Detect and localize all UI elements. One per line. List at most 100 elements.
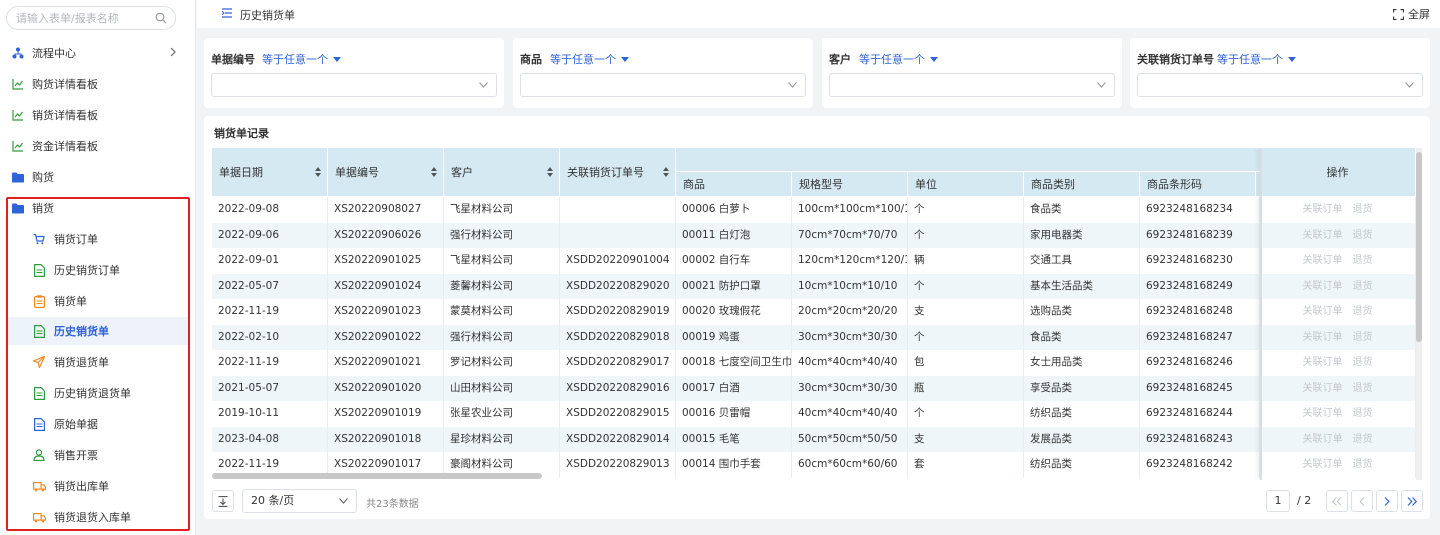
- link-order-button[interactable]: 关联订单: [1303, 274, 1343, 300]
- table-row[interactable]: 2022-11-19 XS20220901023 蒙莫材料公司 XSDD2022082…: [212, 299, 1422, 325]
- return-button[interactable]: 退货: [1353, 299, 1373, 325]
- sidebar-subitem-original-docs[interactable]: 原始单据: [8, 410, 188, 438]
- return-button[interactable]: 退货: [1353, 223, 1373, 249]
- sort-icon[interactable]: [315, 167, 321, 177]
- table-row[interactable]: 2019-10-11 XS20220901019 张星农业公司 XSDD2022082…: [212, 401, 1422, 427]
- link-order-button[interactable]: 关联订单: [1303, 376, 1343, 402]
- sidebar-item-flow-center[interactable]: 流程中心: [0, 39, 196, 67]
- sidebar-subitem-label: 销货单: [54, 295, 87, 308]
- chevron-right-icon: [1384, 496, 1390, 506]
- cell-category: 食品类: [1024, 324, 1140, 350]
- last-page-button[interactable]: [1401, 490, 1423, 512]
- return-button[interactable]: 退货: [1353, 248, 1373, 274]
- fullscreen-button[interactable]: 全屏: [1393, 6, 1430, 22]
- table-row[interactable]: 2022-05-07 XS20220901024 菱馨材料公司 XSDD2022082…: [212, 273, 1422, 300]
- return-button[interactable]: 退货: [1353, 427, 1373, 453]
- return-button[interactable]: 退货: [1353, 350, 1373, 376]
- filter-product: 商品 等于任意一个: [513, 38, 813, 108]
- return-button[interactable]: 退货: [1353, 401, 1373, 427]
- sidebar-subitem-invoice[interactable]: 销售开票: [8, 441, 188, 469]
- sort-icon[interactable]: [431, 167, 437, 177]
- sidebar-item-purchase[interactable]: 购货: [0, 163, 196, 191]
- column-header-customer[interactable]: 客户: [444, 148, 560, 196]
- page-number-input[interactable]: 1: [1266, 490, 1290, 512]
- link-order-button[interactable]: 关联订单: [1303, 350, 1343, 376]
- table-header: 单据日期 单据编号 客户 关联销货订单号 商品 规格型号 单位 商品类别 商品条…: [212, 148, 1422, 196]
- sidebar-item-fund-board[interactable]: 资金详情看板: [0, 132, 196, 160]
- cell-doc-no: XS20220901021: [328, 350, 444, 376]
- export-button[interactable]: [212, 490, 234, 512]
- table-row[interactable]: 2021-05-07 XS20220901020 山田材料公司 XSDD2022082…: [212, 375, 1422, 402]
- filter-operator-dropdown[interactable]: 等于任意一个: [859, 51, 938, 67]
- filter-doc-number: 单据编号 等于任意一个: [204, 38, 504, 108]
- cell-product: 00016 贝雷帽: [676, 401, 792, 427]
- chart-icon: [11, 139, 25, 153]
- link-order-button[interactable]: 关联订单: [1303, 427, 1343, 453]
- sidebar-subitem-sales-order[interactable]: 销货订单: [8, 225, 188, 253]
- cell-barcode: 6923248168244: [1140, 401, 1260, 427]
- records-table: 单据日期 单据编号 客户 关联销货订单号 商品 规格型号 单位 商品类别 商品条…: [212, 148, 1422, 480]
- filter-operator-dropdown[interactable]: 等于任意一个: [550, 51, 629, 67]
- filter-operator-dropdown[interactable]: 等于任意一个: [262, 51, 341, 67]
- return-button[interactable]: 退货: [1353, 452, 1373, 478]
- chevron-down-icon: [788, 82, 797, 88]
- return-button[interactable]: 退货: [1353, 197, 1373, 223]
- column-header-category: 商品类别: [1024, 172, 1140, 196]
- scrollbar-thumb[interactable]: [1416, 152, 1422, 342]
- link-order-button[interactable]: 关联订单: [1303, 223, 1343, 249]
- folder-open-icon: [11, 201, 25, 215]
- cell-ops: 关联订单 退货: [1260, 222, 1416, 249]
- first-page-button[interactable]: [1326, 490, 1348, 512]
- link-order-button[interactable]: 关联订单: [1303, 248, 1343, 274]
- menu-icon[interactable]: [221, 7, 233, 19]
- sort-icon[interactable]: [547, 167, 553, 177]
- cell-product: 00020 玫瑰假花: [676, 299, 792, 325]
- cell-barcode: 6923248168234: [1140, 197, 1260, 223]
- page-size-select[interactable]: 20 条/页: [242, 489, 357, 513]
- sidebar-item-purchase-board[interactable]: 购货详情看板: [0, 70, 196, 98]
- link-order-button[interactable]: 关联订单: [1303, 452, 1343, 478]
- filter-label: 商品: [520, 53, 542, 66]
- filter-operator-dropdown[interactable]: 等于任意一个: [1217, 51, 1296, 67]
- return-button[interactable]: 退货: [1353, 376, 1373, 402]
- filter-operator-label: 等于任意一个: [550, 53, 616, 66]
- vertical-scrollbar[interactable]: [1416, 148, 1422, 480]
- sidebar-subitem-history-sales-slip[interactable]: 历史销货单: [8, 317, 188, 345]
- horizontal-scrollbar[interactable]: [212, 473, 542, 479]
- column-header-linked-order[interactable]: 关联销货订单号: [560, 148, 676, 196]
- table-row[interactable]: 2022-02-10 XS20220901022 强行材料公司 XSDD2022082…: [212, 324, 1422, 351]
- sidebar-subitem-history-sales-return[interactable]: 历史销货退货单: [8, 379, 188, 407]
- next-page-button[interactable]: [1376, 490, 1398, 512]
- filter-value-select[interactable]: [829, 73, 1115, 97]
- sidebar-subitem-return-inbound[interactable]: 销货退货入库单: [8, 503, 188, 531]
- filter-value-select[interactable]: [1137, 73, 1423, 97]
- return-button[interactable]: 退货: [1353, 325, 1373, 351]
- cell-unit: 套: [908, 452, 1024, 478]
- prev-page-button[interactable]: [1351, 490, 1373, 512]
- link-order-button[interactable]: 关联订单: [1303, 197, 1343, 223]
- link-order-button[interactable]: 关联订单: [1303, 299, 1343, 325]
- sidebar-item-sales-board[interactable]: 销货详情看板: [0, 101, 196, 129]
- table-row[interactable]: 2023-04-08 XS20220901018 星珍材料公司 XSDD2022082…: [212, 426, 1422, 453]
- sidebar-subitem-sales-slip[interactable]: 销货单: [8, 287, 188, 315]
- chart-icon: [11, 77, 25, 91]
- column-header-doc-no[interactable]: 单据编号: [328, 148, 444, 196]
- table-row[interactable]: 2022-09-08 XS20220908027 飞星材料公司 00006 白萝卜 10…: [212, 197, 1422, 223]
- table-row[interactable]: 2022-09-06 XS20220906026 强行材料公司 00011 白灯泡 70…: [212, 222, 1422, 249]
- table-row[interactable]: 2022-11-19 XS20220901021 罗记材料公司 XSDD2022082…: [212, 350, 1422, 376]
- filter-value-select[interactable]: [520, 73, 806, 97]
- sort-icon[interactable]: [663, 167, 669, 177]
- column-header-date[interactable]: 单据日期: [212, 148, 328, 196]
- sidebar-search-input[interactable]: [16, 7, 156, 29]
- return-button[interactable]: 退货: [1353, 274, 1373, 300]
- sidebar-subitem-outbound[interactable]: 销货出库单: [8, 472, 188, 500]
- sidebar-subitem-history-sales-order[interactable]: 历史销货订单: [8, 256, 188, 284]
- search-icon[interactable]: [155, 12, 167, 24]
- sidebar-subitem-sales-return[interactable]: 销货退货单: [8, 348, 188, 376]
- sidebar-item-sales[interactable]: 销货: [0, 194, 196, 222]
- table-row[interactable]: 2022-09-01 XS20220901025 飞星材料公司 XSDD2022090…: [212, 248, 1422, 274]
- filter-value-select[interactable]: [211, 73, 497, 97]
- link-order-button[interactable]: 关联订单: [1303, 401, 1343, 427]
- sidebar-subitem-label: 历史销货单: [54, 325, 109, 338]
- link-order-button[interactable]: 关联订单: [1303, 325, 1343, 351]
